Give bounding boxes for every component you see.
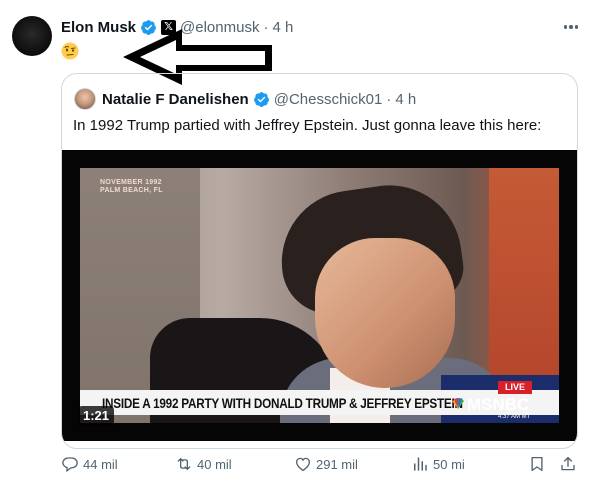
- reply-count: 44 mil: [83, 456, 118, 472]
- video-duration: 1:21: [78, 406, 115, 426]
- bookmark-icon: [531, 456, 543, 472]
- video-player[interactable]: NOVEMBER 1992 PALM BEACH, FL INSIDE A 19…: [62, 150, 577, 441]
- verified-badge-icon: [253, 91, 269, 107]
- quoted-tweet-header: Natalie F Danelishen @Chesschick01 · 4 h: [102, 88, 416, 110]
- repost-icon: [177, 458, 191, 470]
- quoted-tweet-text: In 1992 Trump partied with Jeffrey Epste…: [73, 117, 542, 134]
- quoted-tweet-card[interactable]: Natalie F Danelishen @Chesschick01 · 4 h…: [61, 73, 578, 449]
- like-button[interactable]: 291 mil: [294, 455, 358, 473]
- header-separator: ·: [386, 90, 392, 108]
- peacock-logo-icon: [452, 398, 464, 409]
- quoted-author-name[interactable]: Natalie F Danelishen: [102, 91, 249, 108]
- share-icon: [561, 456, 575, 471]
- video-dateline-place: PALM BEACH, FL: [100, 187, 163, 194]
- quoted-author-handle[interactable]: @Chesschick01: [274, 91, 383, 108]
- broadcast-clock: 4:37 AM MT: [498, 414, 531, 420]
- reply-icon: [62, 457, 78, 473]
- video-dateline: NOVEMBER 1992 PALM BEACH, FL: [100, 179, 163, 195]
- more-options-icon[interactable]: [561, 19, 581, 35]
- reply-button[interactable]: 44 mil: [61, 455, 118, 473]
- raised-eyebrow-emoji-icon: [61, 42, 79, 60]
- live-badge: LIVE: [498, 381, 532, 394]
- share-button[interactable]: [559, 455, 577, 473]
- lower-third-text: INSIDE A 1992 PARTY WITH DONALD TRUMP & …: [102, 395, 463, 411]
- video-frame: NOVEMBER 1992 PALM BEACH, FL INSIDE A 19…: [80, 168, 559, 423]
- video-figure-face: [315, 238, 455, 388]
- tweet-action-bar: 44 mil 40 mil 291 mil 50 mi: [61, 455, 581, 473]
- video-dateline-date: NOVEMBER 1992: [100, 179, 162, 186]
- view-count: 50 mi: [433, 456, 465, 472]
- like-count: 291 mil: [316, 456, 358, 472]
- quoted-tweet-timestamp[interactable]: 4 h: [395, 91, 416, 108]
- repost-button[interactable]: 40 mil: [175, 455, 232, 473]
- author-avatar[interactable]: [12, 16, 52, 56]
- heart-icon: [295, 457, 311, 472]
- repost-count: 40 mil: [197, 456, 232, 472]
- network-logo: MSNBC: [467, 395, 530, 414]
- views-button[interactable]: 50 mi: [411, 455, 465, 473]
- quoted-author-avatar[interactable]: [74, 88, 96, 110]
- analytics-icon: [414, 457, 427, 471]
- bookmark-button[interactable]: [528, 455, 546, 473]
